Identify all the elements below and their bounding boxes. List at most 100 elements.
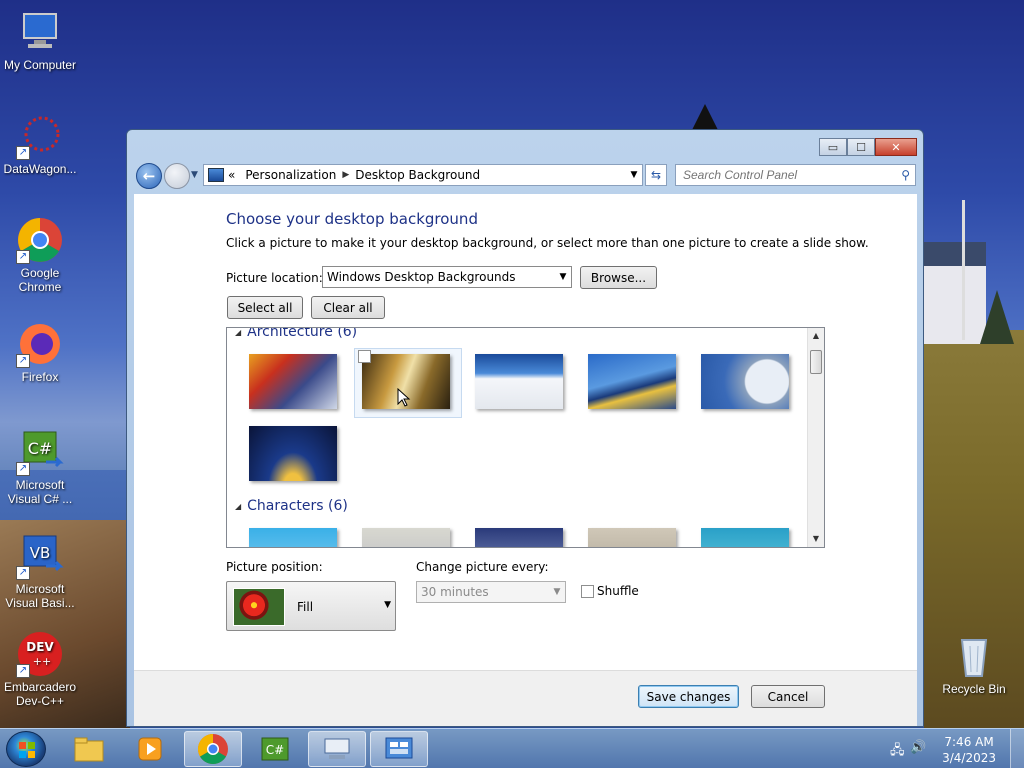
taskbar: C# 🖧 🔊 7:46 AM 3/4/2023 — [0, 728, 1024, 768]
recent-pages-dropdown[interactable]: ▼ — [191, 170, 198, 180]
forward-button[interactable] — [164, 163, 190, 189]
breadcrumb-separator-icon: ▶ — [342, 170, 350, 180]
shuffle-label[interactable]: Shuffle — [597, 584, 639, 598]
search-icon[interactable]: ⚲ — [901, 168, 910, 182]
minimize-button[interactable]: ▭ — [819, 138, 847, 156]
chevron-down-icon: ▼ — [553, 587, 561, 597]
page-title: Choose your desktop background — [226, 210, 478, 228]
picture-position-value: Fill — [297, 600, 314, 614]
main-content: Choose your desktop background Click a p… — [134, 194, 917, 670]
devcpp-icon: DEV ++ ↗ — [16, 630, 64, 678]
picture-position-select[interactable]: Fill ▼ — [226, 581, 396, 631]
control-panel-icon — [385, 737, 413, 759]
breadcrumb-personalization[interactable]: Personalization — [245, 168, 336, 182]
clock-date: 3/4/2023 — [942, 751, 996, 765]
wallpaper-pole — [962, 200, 965, 340]
wallpaper-thumbnail[interactable] — [588, 354, 676, 409]
taskbar-control-panel[interactable] — [370, 731, 428, 767]
picture-location-label: Picture location: — [226, 271, 323, 285]
control-panel-icon — [208, 168, 224, 182]
chrome-icon — [197, 734, 228, 765]
wallpaper-thumbnail[interactable] — [249, 426, 337, 481]
caption-buttons: ▭ ☐ ✕ — [819, 138, 917, 156]
desktop-icon-datawagon[interactable]: ↗ DataWagon... — [0, 112, 80, 176]
desktop-icon-devcpp[interactable]: DEV ++ ↗ Embarcadero Dev-C++ — [0, 630, 80, 708]
scroll-down-icon[interactable]: ▼ — [808, 531, 824, 547]
select-all-button[interactable]: Select all — [227, 296, 303, 319]
picture-position-label: Picture position: — [226, 560, 323, 574]
chrome-icon: ↗ — [16, 216, 64, 264]
desktop-icon-my-computer[interactable]: My Computer — [0, 8, 80, 72]
desktop-icon-visual-basic[interactable]: VB ↗ Microsoft Visual Basi... — [0, 532, 80, 610]
taskbar-explorer[interactable] — [60, 731, 118, 767]
scroll-up-icon[interactable]: ▲ — [808, 328, 824, 344]
scrollbar-thumb[interactable] — [810, 350, 822, 374]
browse-button[interactable]: Browse... — [580, 266, 657, 289]
shuffle-checkbox[interactable] — [581, 585, 594, 598]
flower-preview-icon — [233, 588, 285, 626]
network-icon[interactable]: 🖧 — [890, 741, 905, 763]
show-desktop-button[interactable] — [1010, 729, 1024, 768]
folder-icon — [74, 737, 104, 762]
search-input[interactable] — [676, 165, 886, 185]
address-bar[interactable]: « Personalization ▶ Desktop Background ▼ — [203, 164, 643, 186]
save-changes-button[interactable]: Save changes — [638, 685, 739, 708]
wallpaper-thumbnail[interactable] — [701, 354, 789, 409]
shortcut-arrow-icon: ↗ — [16, 566, 30, 580]
cancel-button[interactable]: Cancel — [751, 685, 825, 708]
windows-logo-icon — [19, 742, 35, 758]
window-footer: Save changes Cancel — [134, 670, 917, 726]
visual-csharp-icon: C# ↗ — [16, 428, 64, 476]
group-header-characters[interactable]: ◢ Characters (6) — [235, 498, 348, 514]
desktop-icon-label: Embarcadero Dev-C++ — [3, 680, 77, 708]
wallpaper-house — [924, 242, 986, 344]
close-button[interactable]: ✕ — [875, 138, 917, 156]
wallpaper-thumbnail[interactable] — [362, 528, 450, 547]
taskbar-visual-csharp[interactable]: C# — [246, 731, 304, 767]
svg-text:++: ++ — [33, 655, 51, 668]
wallpaper-thumbnail[interactable] — [475, 528, 563, 547]
wallpaper-thumbnail[interactable] — [249, 354, 337, 409]
wallpaper-thumbnail[interactable] — [475, 354, 563, 409]
taskbar-media-player[interactable] — [122, 731, 180, 767]
group-header-architecture[interactable]: ◢ Architecture (6) — [235, 327, 357, 340]
refresh-button[interactable]: ⇆ — [645, 164, 667, 186]
collapse-triangle-icon: ◢ — [235, 327, 242, 337]
desktop-icon-label: DataWagon... — [3, 162, 77, 176]
start-button[interactable] — [6, 731, 46, 767]
breadcrumb-overflow[interactable]: « — [228, 168, 235, 182]
change-interval-select[interactable]: 30 minutes ▼ — [416, 581, 566, 603]
maximize-button[interactable]: ☐ — [847, 138, 875, 156]
search-box[interactable]: ⚲ — [675, 164, 916, 186]
address-dropdown-icon[interactable]: ▼ — [626, 170, 642, 180]
taskbar-keyboard-app[interactable] — [308, 731, 366, 767]
wallpaper-thumbnail[interactable] — [249, 528, 337, 547]
desktop-icon-label: My Computer — [3, 58, 77, 72]
desktop-background-window: ▭ ☐ ✕ ← ▼ « Personalization ▶ Desktop Ba… — [126, 129, 924, 727]
wallpaper-spire — [692, 104, 718, 130]
wallpaper-thumbnail[interactable] — [588, 528, 676, 547]
taskbar-chrome[interactable] — [184, 731, 242, 767]
desktop-icon-label: Recycle Bin — [942, 682, 1006, 696]
wallpaper-thumbnail[interactable] — [701, 528, 789, 547]
firefox-icon: ↗ — [16, 320, 64, 368]
breadcrumb-desktop-background[interactable]: Desktop Background — [355, 168, 480, 182]
visual-basic-icon: VB ↗ — [16, 532, 64, 580]
collapse-triangle-icon: ◢ — [235, 501, 242, 511]
thumbnail-checkbox[interactable] — [358, 350, 371, 363]
gallery-scrollbar[interactable]: ▲ ▼ — [807, 328, 824, 547]
desktop-icon-firefox[interactable]: ↗ Firefox — [0, 320, 80, 384]
picture-location-select[interactable]: Windows Desktop Backgrounds ▼ — [322, 266, 572, 288]
desktop-icon-label: Microsoft Visual C# ... — [7, 478, 73, 506]
desktop-icon-chrome[interactable]: ↗ Google Chrome — [0, 216, 80, 294]
desktop-icon-visual-csharp[interactable]: C# ↗ Microsoft Visual C# ... — [0, 428, 80, 506]
back-button[interactable]: ← — [136, 163, 162, 189]
recycle-bin-icon — [950, 632, 998, 680]
desktop-icon-recycle-bin[interactable]: Recycle Bin — [934, 632, 1014, 696]
datawagon-icon: ↗ — [16, 112, 64, 160]
clear-all-button[interactable]: Clear all — [311, 296, 385, 319]
volume-icon[interactable]: 🔊 — [910, 740, 926, 755]
clock[interactable]: 7:46 AM 3/4/2023 — [942, 734, 996, 766]
mouse-cursor-icon — [397, 388, 411, 407]
visual-csharp-icon: C# — [261, 737, 289, 761]
